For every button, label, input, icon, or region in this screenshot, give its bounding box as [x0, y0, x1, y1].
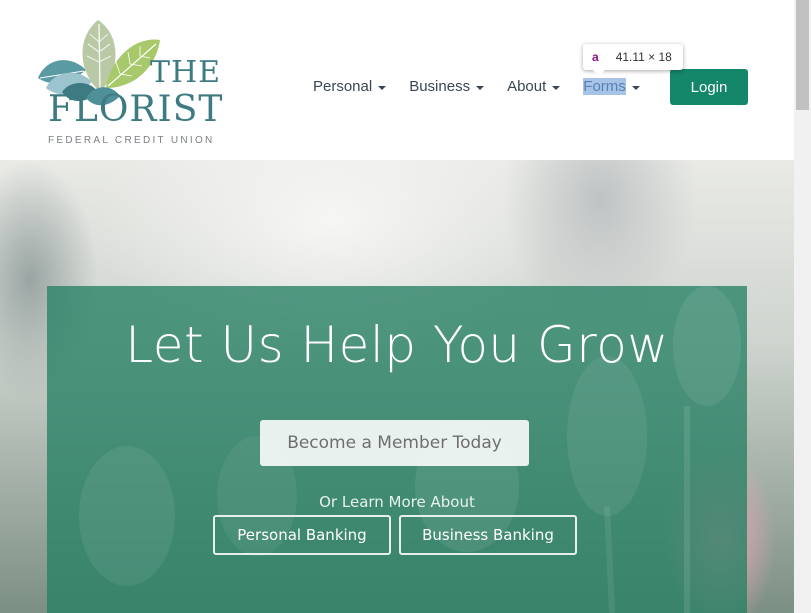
- learn-more-text: Or Learn More About: [319, 493, 475, 511]
- business-banking-button[interactable]: Business Banking: [399, 515, 577, 555]
- nav-label-forms: Forms: [583, 78, 626, 95]
- hero-banner: Let Us Help You Grow Become a Member Tod…: [0, 160, 794, 613]
- inspector-tooltip: a 41.11 × 18: [583, 44, 683, 76]
- nav-label-about: About: [507, 78, 547, 95]
- main-nav: Personal Business About Forms: [313, 78, 663, 95]
- nav-item-business[interactable]: Business: [409, 78, 485, 95]
- caret-down-icon: [631, 85, 640, 90]
- logo-text-the: THE: [150, 55, 222, 90]
- personal-banking-button[interactable]: Personal Banking: [213, 515, 391, 555]
- caret-down-icon: [378, 85, 387, 90]
- caret-down-icon: [476, 85, 485, 90]
- become-member-button[interactable]: Become a Member Today: [260, 420, 529, 466]
- caret-down-icon: [552, 85, 561, 90]
- inspector-tooltip-arrow: [593, 70, 605, 76]
- nav-item-personal[interactable]: Personal: [313, 78, 387, 95]
- nav-label-personal: Personal: [313, 78, 373, 95]
- scrollbar-thumb[interactable]: [796, 0, 809, 110]
- logo-text-subtitle: FEDERAL CREDIT UNION: [48, 135, 215, 146]
- hero-title: Let Us Help You Grow: [125, 316, 669, 374]
- site-header: THE FLORIST FEDERAL CREDIT UNION Persona…: [0, 0, 794, 160]
- login-button[interactable]: Login: [670, 69, 748, 105]
- nav-label-business: Business: [409, 78, 471, 95]
- nav-item-about[interactable]: About: [507, 78, 561, 95]
- logo-text-florist: FLORIST: [48, 89, 224, 130]
- inspector-tooltip-tag: a: [592, 50, 599, 64]
- nav-item-forms[interactable]: Forms: [583, 78, 640, 95]
- hero-overlay: Let Us Help You Grow Become a Member Tod…: [47, 286, 747, 613]
- inspector-tooltip-size: 41.11 × 18: [615, 50, 672, 64]
- page-scrollbar[interactable]: [794, 0, 811, 613]
- site-logo[interactable]: THE FLORIST FEDERAL CREDIT UNION: [36, 18, 222, 150]
